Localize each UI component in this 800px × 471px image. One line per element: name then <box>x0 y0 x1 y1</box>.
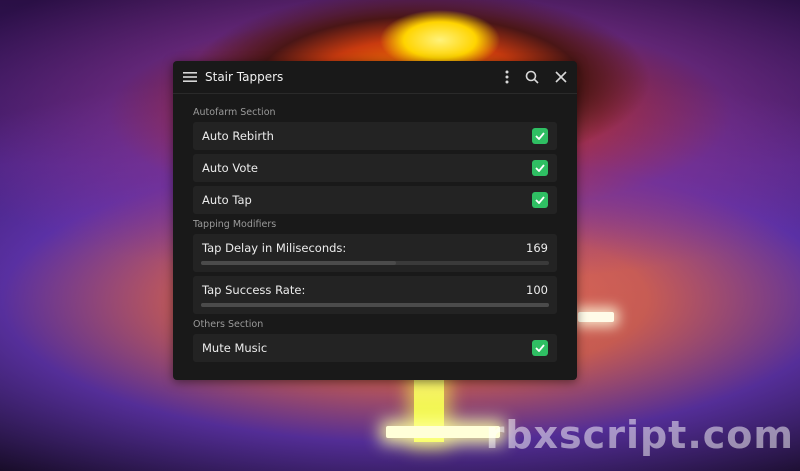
search-icon[interactable] <box>525 70 539 84</box>
toggle-label: Mute Music <box>202 341 268 355</box>
checkmark-icon <box>535 196 545 204</box>
glowing-platform <box>386 426 500 438</box>
slider-value: 169 <box>526 241 548 255</box>
slider-label: Tap Success Rate: <box>202 283 306 297</box>
close-icon[interactable] <box>555 71 567 83</box>
checkmark-icon <box>535 344 545 352</box>
toggle-label: Auto Rebirth <box>202 129 274 143</box>
slider-tap-success-rate[interactable]: Tap Success Rate: 100 <box>193 276 557 314</box>
section-label-autofarm: Autofarm Section <box>193 107 276 118</box>
toggle-mute-music[interactable]: Mute Music <box>193 334 557 362</box>
toggle-auto-tap[interactable]: Auto Tap <box>193 186 557 214</box>
slider-label: Tap Delay in Miliseconds: <box>202 241 347 255</box>
checkmark-icon <box>535 164 545 172</box>
section-label-modifiers: Tapping Modifiers <box>193 219 277 230</box>
vertical-dots-icon[interactable] <box>505 70 509 84</box>
checkbox-mute-music[interactable] <box>532 340 548 356</box>
window-title: Stair Tappers <box>205 70 284 84</box>
slider-value: 100 <box>526 283 548 297</box>
slider-track[interactable] <box>201 303 549 307</box>
toggle-label: Auto Vote <box>202 161 258 175</box>
hamburger-menu-icon[interactable] <box>183 71 197 83</box>
slider-track[interactable] <box>201 261 549 265</box>
section-label-others: Others Section <box>193 319 264 330</box>
toggle-label: Auto Tap <box>202 193 252 207</box>
slider-fill[interactable] <box>201 261 396 265</box>
title-bar[interactable]: Stair Tappers <box>173 61 577 94</box>
watermark-text: rbxscript.com <box>485 413 794 457</box>
glowing-platform-small <box>578 312 614 322</box>
script-window: Stair Tappers Autofarm Section Auto Rebi… <box>173 61 577 380</box>
slider-fill[interactable] <box>201 303 549 307</box>
checkbox-auto-vote[interactable] <box>532 160 548 176</box>
toggle-auto-vote[interactable]: Auto Vote <box>193 154 557 182</box>
checkbox-auto-rebirth[interactable] <box>532 128 548 144</box>
checkbox-auto-tap[interactable] <box>532 192 548 208</box>
checkmark-icon <box>535 132 545 140</box>
window-content: Autofarm Section Auto Rebirth Auto Vote … <box>173 94 577 362</box>
toggle-auto-rebirth[interactable]: Auto Rebirth <box>193 122 557 150</box>
slider-tap-delay[interactable]: Tap Delay in Miliseconds: 169 <box>193 234 557 272</box>
